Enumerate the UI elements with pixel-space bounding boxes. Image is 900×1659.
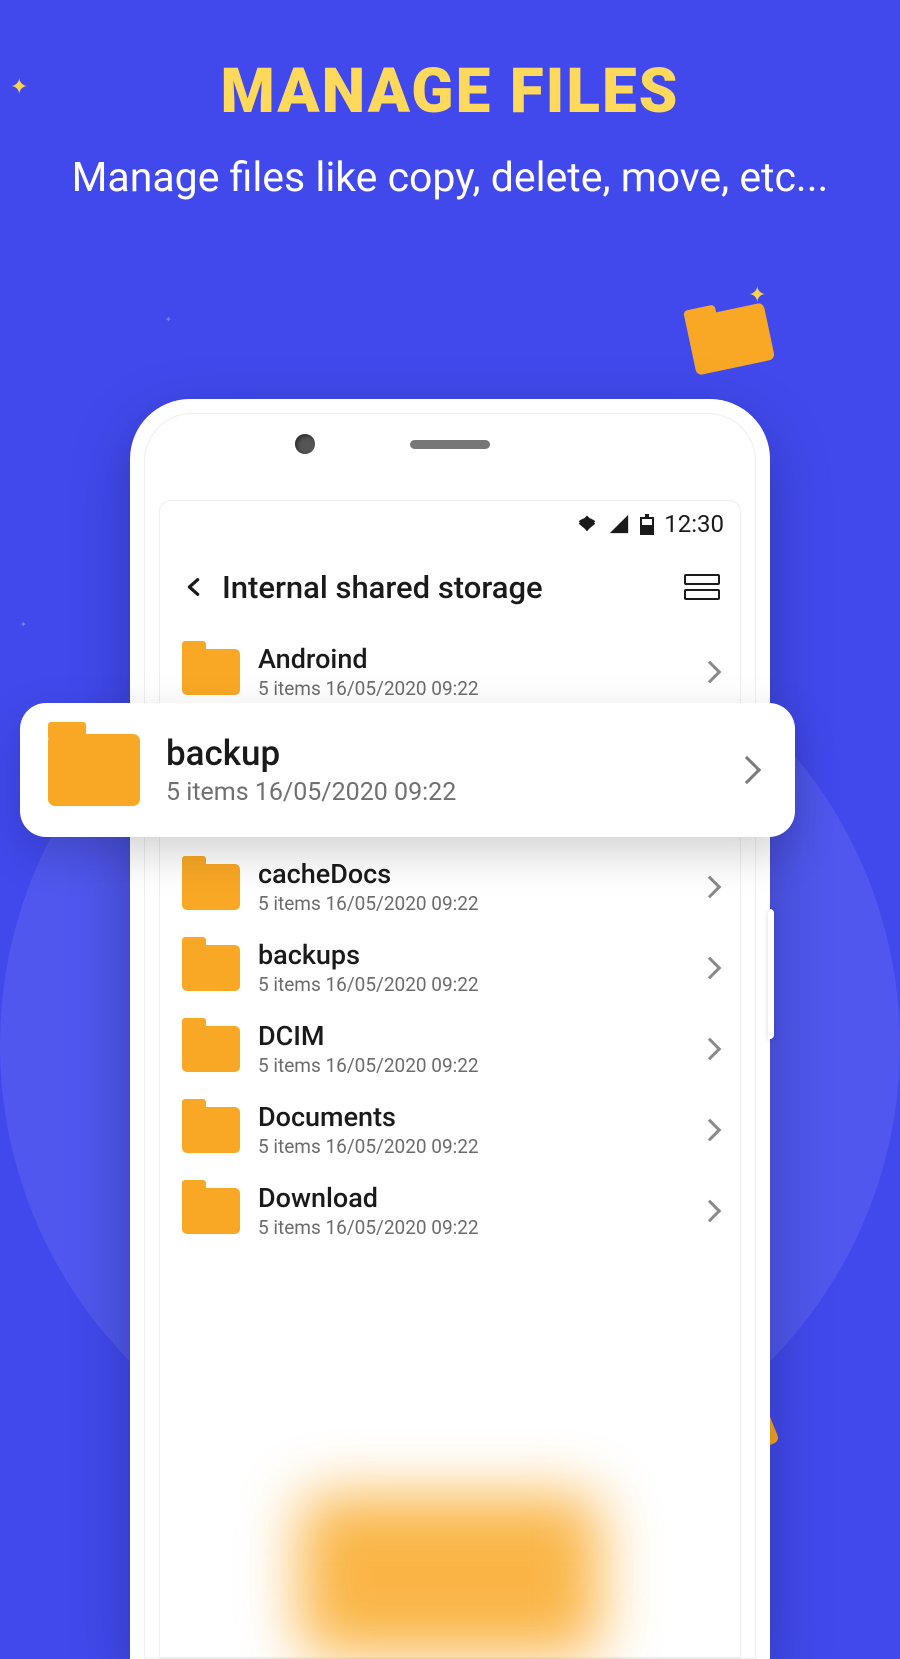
folder-icon bbox=[182, 1188, 240, 1234]
promo-title: MANAGE FILES bbox=[0, 55, 900, 128]
sparkle-icon: ✦ bbox=[20, 620, 27, 629]
app-header: Internal shared storage bbox=[160, 547, 740, 627]
promo-subtitle: Manage files like copy, delete, move, et… bbox=[0, 148, 900, 210]
folder-name: Documents bbox=[258, 1101, 684, 1133]
folder-icon bbox=[48, 734, 140, 806]
signal-icon bbox=[608, 513, 630, 535]
view-toggle-button[interactable] bbox=[684, 569, 720, 605]
folder-icon bbox=[182, 1026, 240, 1072]
folder-meta: 5 items 16/05/2020 09:22 bbox=[258, 1054, 684, 1077]
chevron-right-icon bbox=[699, 875, 722, 898]
wifi-icon bbox=[576, 513, 598, 535]
status-time: 12:30 bbox=[664, 510, 724, 538]
folder-row[interactable]: Androind 5 items 16/05/2020 09:22 bbox=[160, 631, 740, 712]
folder-name: Download bbox=[258, 1182, 684, 1214]
bottom-glow bbox=[300, 1495, 600, 1655]
phone-top-bezel bbox=[145, 414, 755, 474]
chevron-right-icon bbox=[699, 1118, 722, 1141]
chevron-right-icon bbox=[699, 660, 722, 683]
folder-row[interactable]: Documents 5 items 16/05/2020 09:22 bbox=[160, 1089, 740, 1170]
chevron-right-icon bbox=[699, 1199, 722, 1222]
phone-screen: 12:30 Internal shared storage Androind bbox=[159, 500, 741, 1658]
folder-meta: 5 items 16/05/2020 09:22 bbox=[258, 1135, 684, 1158]
folder-name: backups bbox=[258, 939, 684, 971]
folder-name: Androind bbox=[258, 643, 684, 675]
chevron-left-icon bbox=[183, 572, 205, 602]
phone-frame: 12:30 Internal shared storage Androind bbox=[130, 399, 770, 1659]
chevron-right-icon bbox=[699, 956, 722, 979]
chevron-right-icon bbox=[733, 756, 761, 784]
folder-icon bbox=[182, 864, 240, 910]
sparkle-icon: ✦ bbox=[165, 315, 172, 324]
back-button[interactable] bbox=[172, 565, 216, 609]
folder-meta: 5 items 16/05/2020 09:22 bbox=[258, 892, 684, 915]
folder-row-highlighted[interactable]: backup 5 items 16/05/2020 09:22 bbox=[20, 703, 795, 837]
status-bar: 12:30 bbox=[160, 501, 740, 547]
folder-name: cacheDocs bbox=[258, 858, 684, 890]
folder-meta: 5 items 16/05/2020 09:22 bbox=[166, 778, 711, 807]
battery-icon bbox=[640, 513, 654, 535]
speaker-grille bbox=[410, 440, 490, 449]
sparkle-icon: ✦ bbox=[10, 75, 28, 100]
page-title: Internal shared storage bbox=[222, 569, 684, 606]
folder-row[interactable]: cacheDocs 5 items 16/05/2020 09:22 bbox=[160, 846, 740, 927]
folder-name: backup bbox=[166, 733, 711, 774]
folder-icon bbox=[182, 945, 240, 991]
folder-row[interactable]: DCIM 5 items 16/05/2020 09:22 bbox=[160, 1008, 740, 1089]
phone-side-button bbox=[768, 909, 774, 1039]
folder-icon bbox=[182, 1107, 240, 1153]
folder-icon bbox=[182, 649, 240, 695]
folder-name: DCIM bbox=[258, 1020, 684, 1052]
folder-meta: 5 items 16/05/2020 09:22 bbox=[258, 973, 684, 996]
chevron-right-icon bbox=[699, 1037, 722, 1060]
folder-row[interactable]: backups 5 items 16/05/2020 09:22 bbox=[160, 927, 740, 1008]
camera-dot bbox=[295, 434, 315, 454]
folder-row[interactable]: Download 5 items 16/05/2020 09:22 bbox=[160, 1170, 740, 1251]
decorative-folder-icon bbox=[685, 302, 775, 375]
folder-meta: 5 items 16/05/2020 09:22 bbox=[258, 677, 684, 700]
folder-meta: 5 items 16/05/2020 09:22 bbox=[258, 1216, 684, 1239]
